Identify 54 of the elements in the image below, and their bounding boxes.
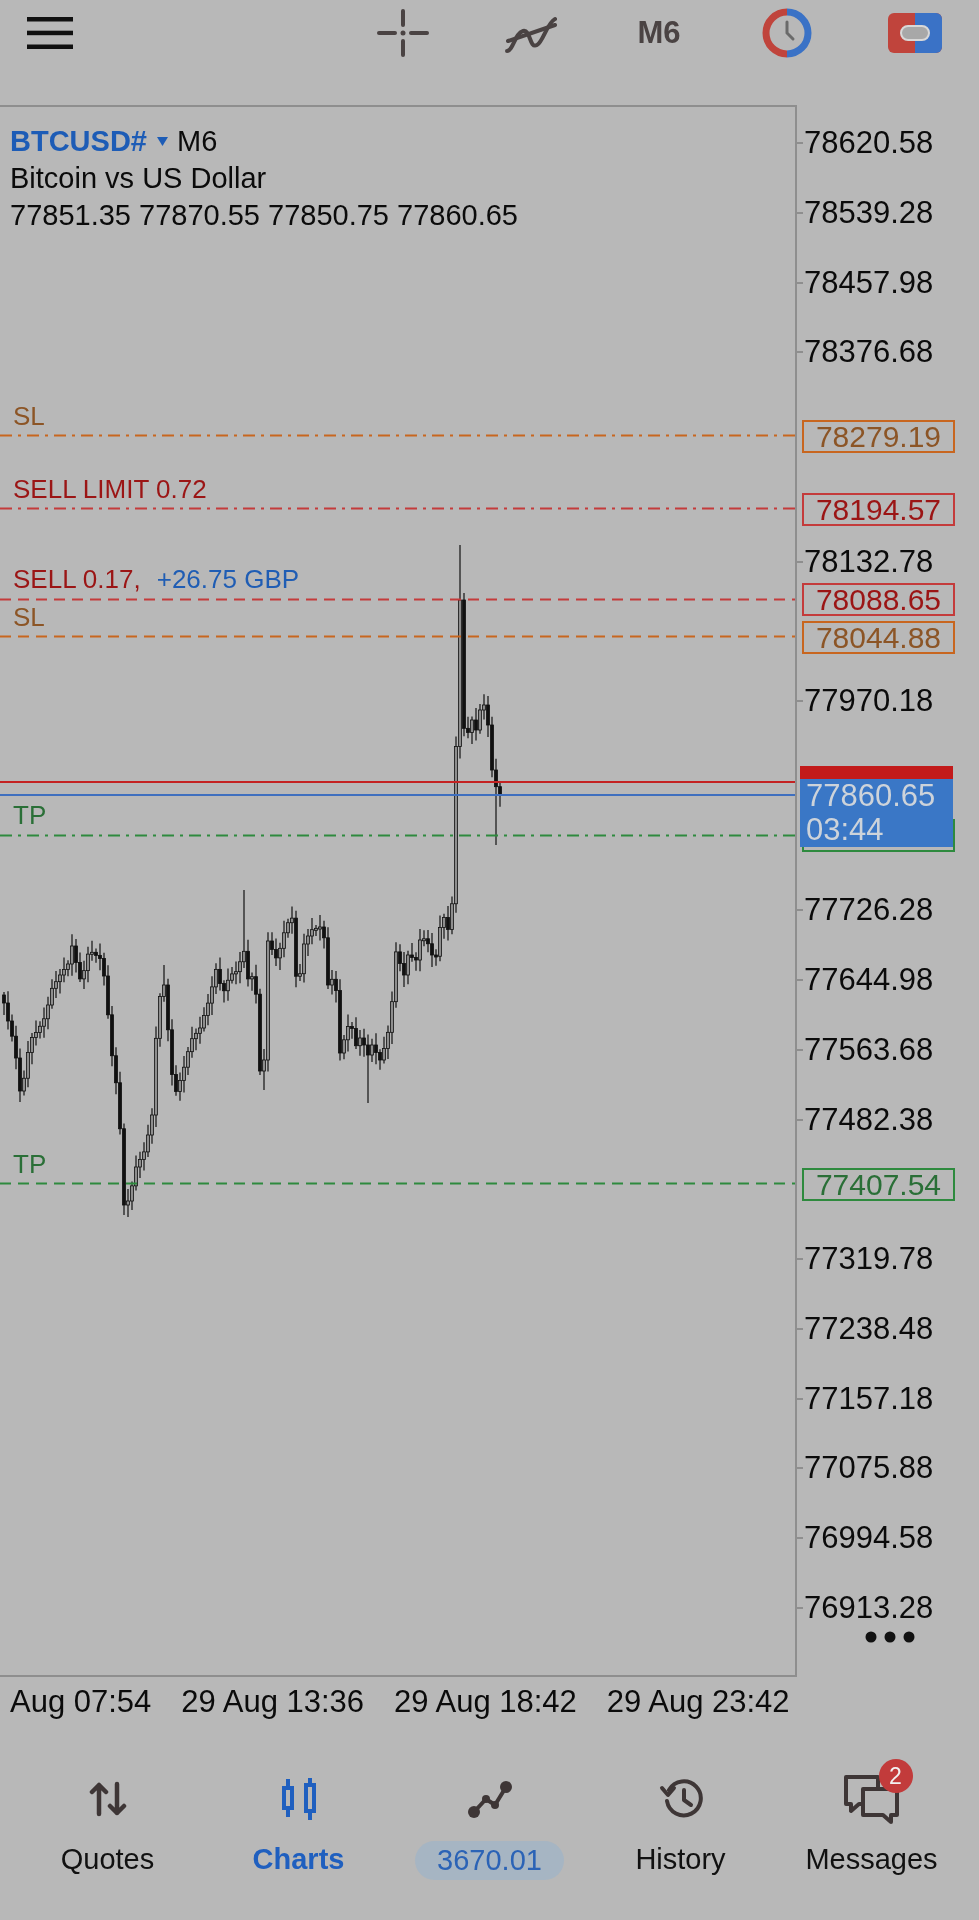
price-tick: 77075.88 (804, 1450, 934, 1487)
time-tick: 29 Aug 13:36 (181, 1684, 365, 1720)
order-label: TP (13, 799, 47, 832)
price-tick: 77970.18 (804, 683, 934, 720)
more-icon[interactable] (865, 1631, 915, 1643)
order-label: SL (13, 399, 45, 432)
time-tick: 29 Aug 23:42 (606, 1684, 790, 1720)
price-tick: 78132.78 (804, 543, 934, 580)
profit-label: +26.75 GBP (156, 563, 300, 596)
price-tick: 77482.38 (804, 1101, 934, 1138)
price-tick: 78457.98 (804, 264, 934, 301)
price-tick: 77157.18 (804, 1380, 934, 1417)
line-chart-icon (466, 1779, 513, 1819)
price-tick: 78539.28 (804, 194, 934, 231)
price-tick: 77563.68 (804, 1031, 934, 1068)
price-tick: 78376.68 (804, 334, 934, 371)
bar-countdown: 03:44 (806, 813, 884, 848)
time-tick: Aug 07:54 (10, 1684, 152, 1720)
order-label: SELL 0.17, (13, 563, 141, 596)
price-label: 78279.19 (802, 419, 955, 453)
bid-price: 77860.65 (806, 779, 936, 814)
menu-icon[interactable] (27, 17, 73, 49)
caret-icon[interactable] (156, 137, 168, 146)
order-label: SL (13, 601, 45, 633)
split-toggle-icon[interactable] (888, 13, 942, 53)
up-down-arrows-icon (88, 1780, 127, 1818)
price-tick: 77644.98 (804, 962, 934, 999)
clock-ring-icon[interactable] (762, 8, 812, 58)
price-tick: 77238.48 (804, 1310, 934, 1347)
price-label: 78088.65 (802, 583, 955, 617)
symbol-description: Bitcoin vs US Dollar (10, 161, 267, 196)
nav-tab[interactable]: 2 Messages (776, 1750, 967, 1920)
nav-tab[interactable]: Quotes (12, 1750, 203, 1920)
price-tick: 78620.58 (804, 125, 934, 161)
notification-badge: 2 (878, 1759, 913, 1793)
price-tick: 76994.58 (804, 1520, 934, 1557)
price-tick: 77726.28 (804, 892, 934, 929)
price-label: 78044.88 (802, 621, 955, 654)
time-tick: 29 Aug 18:42 (394, 1684, 577, 1720)
symbol-name[interactable]: BTCUSD# (10, 123, 147, 160)
nav-tab[interactable]: 3670.01 (394, 1750, 585, 1920)
ohlc-values: 77851.35 77870.55 77850.75 77860.65 (10, 198, 518, 233)
price-label: 78194.57 (802, 492, 955, 526)
order-label: TP (13, 1147, 47, 1180)
price-tick: 77319.78 (804, 1241, 934, 1278)
nav-tab[interactable]: Charts (203, 1750, 394, 1920)
account-balance: 3670.01 (415, 1841, 564, 1880)
timeframe-button[interactable]: M6 (633, 13, 685, 53)
price-label: 77407.54 (802, 1167, 955, 1201)
nav-tab[interactable]: History (585, 1750, 776, 1920)
order-label: SELL LIMIT 0.72 (13, 472, 207, 505)
timeframe-label: M6 (176, 124, 218, 159)
crosshair-icon[interactable] (377, 9, 429, 57)
price-tick: 76913.28 (804, 1590, 934, 1626)
